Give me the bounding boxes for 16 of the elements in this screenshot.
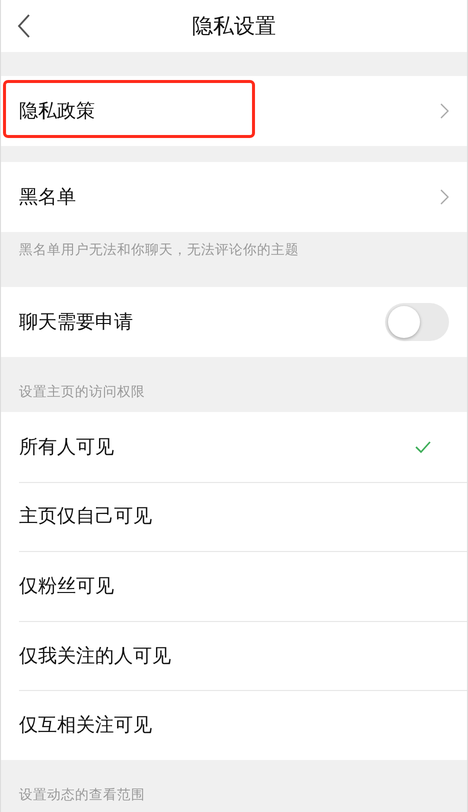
chevron-right-icon	[440, 103, 449, 119]
option-row[interactable]: 主页仅自己可见	[1, 482, 467, 552]
option-row[interactable]: 所有人可见	[1, 412, 467, 482]
setting-label: 聊天需要申请	[19, 310, 134, 335]
option-row[interactable]: 仅互相关注可见	[1, 690, 467, 760]
settings-row[interactable]: 黑名单	[1, 162, 467, 232]
hint-text: 黑名单用户无法和你聊天，无法评论你的主题	[18, 241, 300, 260]
toggle-switch[interactable]	[385, 303, 449, 341]
page-title: 隐私设置	[192, 13, 276, 40]
settings-row[interactable]: 隐私政策	[1, 76, 467, 146]
option-row[interactable]: 仅我关注的人可见	[1, 620, 467, 690]
chevron-right-icon	[440, 189, 449, 205]
section-heading: 设置主页的访问权限	[19, 383, 145, 401]
checkmark-icon	[415, 440, 431, 453]
section-heading: 设置动态的查看范围	[19, 786, 145, 804]
option-row[interactable]: 仅粉丝可见	[1, 551, 467, 621]
